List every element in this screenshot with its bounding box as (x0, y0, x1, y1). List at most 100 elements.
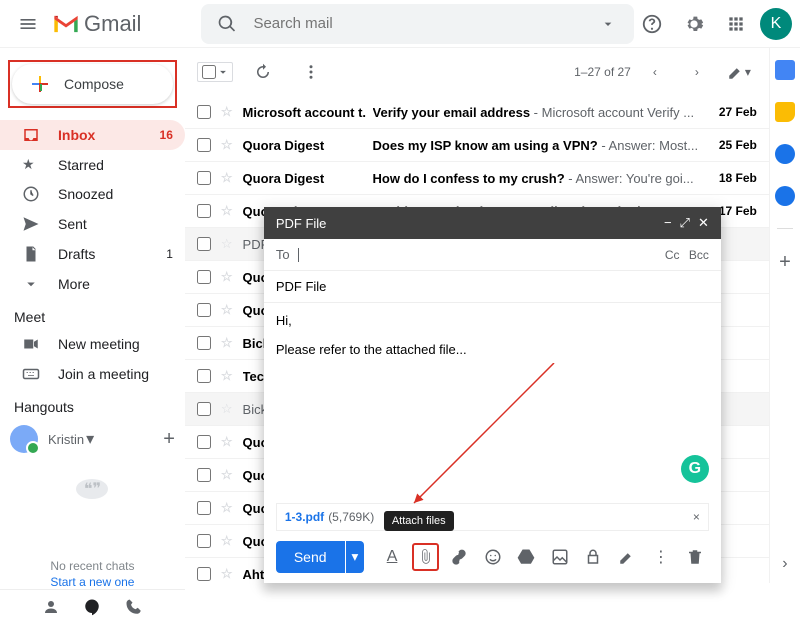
add-chat-icon[interactable]: + (163, 428, 175, 451)
start-chat-link[interactable]: Start a new one (0, 575, 185, 589)
search-input[interactable] (245, 15, 590, 32)
compose-button[interactable]: Compose (12, 64, 173, 104)
chevron-down-icon[interactable]: ▾ (86, 429, 94, 449)
star-icon[interactable]: ☆ (221, 302, 233, 318)
gmail-logo[interactable]: Gmail (52, 11, 141, 37)
email-row[interactable]: ☆ Quora Digest Does my ISP know am using… (185, 129, 769, 162)
new-meeting[interactable]: New meeting (0, 329, 185, 359)
formatting-icon[interactable]: A (378, 543, 406, 571)
select-all-checkbox[interactable] (202, 65, 216, 79)
more-icon[interactable] (293, 54, 329, 90)
star-icon[interactable]: ☆ (221, 203, 233, 219)
tasks-icon[interactable] (775, 144, 795, 164)
star-icon[interactable]: ☆ (221, 533, 233, 549)
compose-body[interactable]: Hi, Please refer to the attached file... (264, 303, 721, 503)
star-icon[interactable]: ☆ (221, 566, 233, 582)
grammarly-icon[interactable]: G (681, 455, 709, 483)
email-checkbox[interactable] (197, 369, 211, 383)
attach-files-icon[interactable] (412, 543, 440, 571)
star-icon[interactable]: ☆ (221, 500, 233, 516)
email-checkbox[interactable] (197, 303, 211, 317)
refresh-icon[interactable] (245, 54, 281, 90)
person-icon[interactable] (42, 598, 60, 616)
star-icon[interactable]: ☆ (221, 269, 233, 285)
more-options-icon[interactable]: ⋮ (647, 543, 675, 571)
star-icon[interactable]: ☆ (221, 104, 233, 120)
link-icon[interactable] (445, 543, 473, 571)
send-button[interactable]: Send (276, 541, 345, 573)
sidebar-item-inbox[interactable]: Inbox 16 (0, 120, 185, 150)
hangouts-name: Kristin (48, 432, 84, 447)
star-icon[interactable]: ☆ (221, 467, 233, 483)
pen-icon[interactable] (613, 543, 641, 571)
content: 1–27 of 27 ‹ › ▾ ☆ Microsoft account t. … (185, 48, 769, 583)
email-checkbox[interactable] (197, 171, 211, 185)
sidebar-item-sent[interactable]: Sent (0, 209, 185, 239)
email-checkbox[interactable] (197, 468, 211, 482)
email-checkbox[interactable] (197, 336, 211, 350)
search-bar[interactable] (201, 4, 634, 44)
star-icon[interactable]: ☆ (221, 137, 233, 153)
email-checkbox[interactable] (197, 138, 211, 152)
bcc-link[interactable]: Bcc (689, 248, 709, 262)
sidebar-item-more[interactable]: More (0, 269, 185, 299)
close-icon[interactable]: ✕ (698, 215, 709, 231)
email-checkbox[interactable] (197, 402, 211, 416)
email-checkbox[interactable] (197, 105, 211, 119)
hangouts-user[interactable]: Kristin ▾ + (0, 419, 185, 459)
star-icon[interactable]: ☆ (221, 401, 233, 417)
star-icon[interactable]: ☆ (221, 368, 233, 384)
star-icon[interactable]: ☆ (221, 335, 233, 351)
emoji-icon[interactable] (479, 543, 507, 571)
send-dropdown[interactable]: ▾ (346, 541, 365, 573)
email-checkbox[interactable] (197, 204, 211, 218)
minimize-icon[interactable]: − (664, 215, 672, 231)
remove-attachment-icon[interactable]: × (693, 510, 700, 524)
keyboard-icon (22, 365, 42, 383)
apps-icon[interactable] (718, 6, 754, 42)
star-icon[interactable]: ☆ (221, 170, 233, 186)
hangouts-icon[interactable] (83, 598, 101, 616)
email-row[interactable]: ☆ Microsoft account t. Verify your email… (185, 96, 769, 129)
join-meeting[interactable]: Join a meeting (0, 359, 185, 389)
confidential-icon[interactable] (580, 543, 608, 571)
email-checkbox[interactable] (197, 501, 211, 515)
menu-icon[interactable] (8, 4, 48, 44)
drive-icon[interactable] (513, 543, 541, 571)
image-icon[interactable] (546, 543, 574, 571)
search-icon[interactable] (209, 6, 245, 42)
input-tools-icon[interactable]: ▾ (721, 54, 757, 90)
email-row[interactable]: ☆ Quora Digest How do I confess to my cr… (185, 162, 769, 195)
discard-icon[interactable] (681, 543, 709, 571)
avatar[interactable]: K (760, 8, 792, 40)
star-icon[interactable]: ☆ (221, 434, 233, 450)
phone-icon[interactable] (125, 598, 143, 616)
compose-window-header[interactable]: PDF File − ⤢ ✕ (264, 207, 721, 239)
email-checkbox[interactable] (197, 567, 211, 581)
email-checkbox[interactable] (197, 435, 211, 449)
main: Compose Inbox 16 ★ Starred Snoozed Sent … (0, 48, 800, 583)
compose-to-row[interactable]: To Cc Bcc (264, 239, 721, 271)
collapse-sidebar-icon[interactable]: › (782, 555, 787, 573)
cc-link[interactable]: Cc (665, 248, 680, 262)
email-checkbox[interactable] (197, 237, 211, 251)
contacts-icon[interactable] (775, 186, 795, 206)
prev-page-icon[interactable]: ‹ (637, 54, 673, 90)
compose-subject[interactable]: PDF File (264, 271, 721, 303)
next-page-icon[interactable]: › (679, 54, 715, 90)
sidebar-item-snoozed[interactable]: Snoozed (0, 179, 185, 209)
expand-icon[interactable]: ⤢ (680, 215, 690, 231)
star-icon[interactable]: ☆ (221, 236, 233, 252)
search-dropdown-icon[interactable] (590, 6, 626, 42)
add-addon-icon[interactable]: + (779, 251, 791, 274)
sidebar-item-drafts[interactable]: Drafts 1 (0, 239, 185, 269)
sidebar-item-starred[interactable]: ★ Starred (0, 150, 185, 179)
settings-icon[interactable] (676, 6, 712, 42)
help-icon[interactable] (634, 6, 670, 42)
email-checkbox[interactable] (197, 534, 211, 548)
email-checkbox[interactable] (197, 270, 211, 284)
calendar-icon[interactable] (775, 60, 795, 80)
attachment-chip[interactable]: 1-3.pdf (5,769K) × (276, 503, 709, 531)
keep-icon[interactable] (775, 102, 795, 122)
select-all[interactable] (197, 62, 233, 82)
